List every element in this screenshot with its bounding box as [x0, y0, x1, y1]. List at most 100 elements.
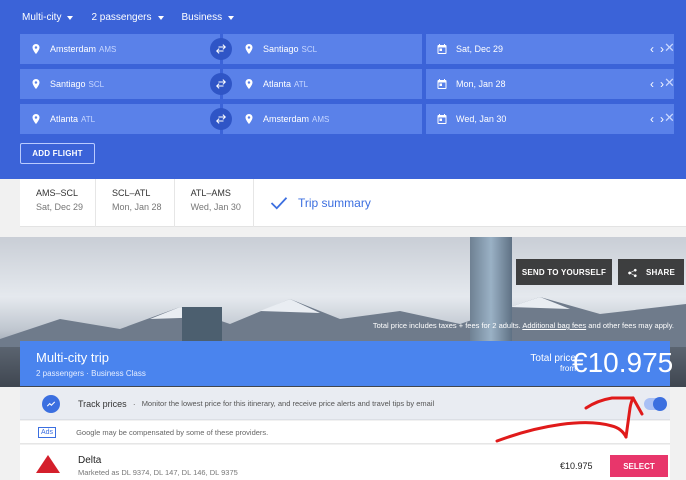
chevron-left-icon[interactable]: ‹ [650, 112, 654, 126]
origin-code: ATL [81, 114, 96, 124]
destination-city: Amsterdam [263, 114, 310, 124]
destination-city: Santiago [263, 44, 299, 54]
caret-down-icon [157, 15, 164, 20]
tab-date: Wed, Jan 30 [190, 201, 241, 212]
location-pin-icon [245, 114, 253, 124]
tab-leg-1[interactable]: AMS–SCL Sat, Dec 29 [20, 178, 97, 227]
date-label: Sat, Dec 29 [456, 44, 504, 54]
price-note-suffix: and other fees may apply. [588, 321, 674, 330]
share-icon [628, 268, 637, 277]
origin-city: Amsterdam [50, 44, 97, 54]
share-label: SHARE [645, 267, 675, 277]
ads-disclaimer: Ads Google may be compensated by some of… [20, 421, 670, 444]
total-label: Total price [530, 353, 576, 364]
calendar-icon [437, 114, 447, 124]
calendar-icon [437, 44, 447, 54]
tab-route: SCL–ATL [112, 187, 151, 198]
trend-icon [42, 394, 60, 413]
price-note-text: Total price includes taxes + fees for 2 … [372, 321, 521, 330]
track-prices-label: Track prices [78, 398, 127, 409]
caret-down-icon [67, 15, 74, 20]
total-price-label: Total price from [506, 353, 576, 373]
chevron-left-icon[interactable]: ‹ [650, 77, 654, 91]
date-field[interactable]: Wed, Jan 30 ‹ › [426, 104, 674, 134]
track-prices-row: Track prices · Monitor the lowest price … [20, 388, 670, 420]
tab-trip-summary[interactable]: Trip summary [254, 196, 371, 210]
leg-tabs: AMS–SCL Sat, Dec 29 SCL–ATL Mon, Jan 28 … [20, 178, 686, 227]
checkmark-icon [270, 196, 288, 210]
location-pin-icon [32, 79, 40, 89]
swap-arrows-icon [216, 79, 226, 89]
trip-type-label: Multi-city [22, 12, 62, 23]
origin-field[interactable]: Atlanta ATL [20, 104, 220, 134]
marketed-as: Marketed as DL 9374, DL 147, DL 146, DL … [78, 468, 238, 477]
swap-button[interactable] [210, 108, 232, 130]
select-button[interactable]: SELECT [610, 455, 668, 477]
caret-down-icon [228, 15, 235, 20]
destination-code: SCL [301, 44, 318, 54]
origin-city: Atlanta [50, 114, 79, 124]
origin-code: SCL [88, 79, 105, 89]
price-note: Total price includes taxes + fees for 2 … [373, 321, 674, 330]
destination-field[interactable]: Atlanta ATL [223, 69, 422, 99]
share-button[interactable]: SHARE [618, 259, 684, 285]
ads-badge[interactable]: Ads [38, 426, 57, 438]
search-header: Multi-city 2 passengers Business Amsterd… [0, 0, 686, 179]
destination-code: AMS [312, 114, 330, 124]
total-amount: €10.975 [572, 347, 674, 378]
destination-field[interactable]: Santiago SCL [223, 34, 422, 64]
booking-option-row[interactable]: Delta Marketed as DL 9374, DL 147, DL 14… [20, 445, 670, 480]
chevron-left-icon[interactable]: ‹ [650, 42, 654, 56]
destination-field[interactable]: Amsterdam AMS [223, 104, 422, 134]
passengers-label: 2 passengers [91, 12, 152, 23]
airline-name: Delta [78, 455, 102, 466]
tab-date: Mon, Jan 28 [112, 201, 162, 212]
track-prices-description: Monitor the lowest price for this itiner… [141, 399, 435, 408]
close-icon[interactable]: ✕ [664, 40, 675, 56]
close-icon[interactable]: ✕ [664, 75, 675, 91]
tab-leg-2[interactable]: SCL–ATL Mon, Jan 28 [96, 178, 175, 227]
origin-field[interactable]: Amsterdam AMS [20, 34, 220, 64]
swap-button[interactable] [210, 73, 232, 95]
trip-subtitle: 2 passengers · Business Class [36, 369, 146, 378]
tab-route: ATL–AMS [190, 187, 231, 198]
add-flight-button[interactable]: ADD FLIGHT [20, 143, 95, 164]
tab-date: Sat, Dec 29 [36, 201, 84, 212]
search-options-bar: Multi-city 2 passengers Business [22, 12, 235, 23]
date-field[interactable]: Mon, Jan 28 ‹ › [426, 69, 674, 99]
origin-code: AMS [99, 44, 117, 54]
tab-route: AMS–SCL [36, 187, 79, 198]
location-pin-icon [32, 44, 40, 54]
delta-logo-icon [36, 455, 60, 473]
date-field[interactable]: Sat, Dec 29 ‹ › [426, 34, 674, 64]
ads-text: Google may be compensated by some of the… [76, 427, 269, 437]
trip-summary-bar: Multi-city trip 2 passengers · Business … [20, 341, 674, 386]
date-label: Mon, Jan 28 [456, 79, 506, 89]
trip-summary-label: Trip summary [297, 195, 371, 210]
date-label: Wed, Jan 30 [456, 114, 507, 124]
separator: · [132, 398, 136, 409]
location-pin-icon [245, 44, 253, 54]
tab-leg-3[interactable]: ATL–AMS Wed, Jan 30 [175, 178, 254, 227]
location-pin-icon [32, 114, 40, 124]
toggle-knob [653, 397, 667, 411]
close-icon[interactable]: ✕ [664, 110, 675, 126]
passengers-dropdown[interactable]: 2 passengers [91, 12, 164, 23]
destination-code: ATL [294, 79, 309, 89]
bag-fees-link[interactable]: Additional bag fees [522, 321, 586, 330]
track-prices-toggle[interactable] [644, 397, 667, 411]
swap-arrows-icon [216, 44, 226, 54]
origin-field[interactable]: Santiago SCL [20, 69, 220, 99]
cabin-dropdown[interactable]: Business [182, 12, 235, 23]
location-pin-icon [245, 79, 253, 89]
origin-city: Santiago [50, 79, 86, 89]
calendar-icon [437, 79, 447, 89]
send-to-yourself-button[interactable]: SEND TO YOURSELF [516, 259, 612, 285]
trip-title: Multi-city trip [36, 350, 109, 365]
trip-type-dropdown[interactable]: Multi-city [22, 12, 74, 23]
swap-arrows-icon [216, 114, 226, 124]
destination-city: Atlanta [263, 79, 292, 89]
cabin-label: Business [181, 12, 223, 23]
swap-button[interactable] [210, 38, 232, 60]
option-price: €10.975 [560, 461, 593, 471]
